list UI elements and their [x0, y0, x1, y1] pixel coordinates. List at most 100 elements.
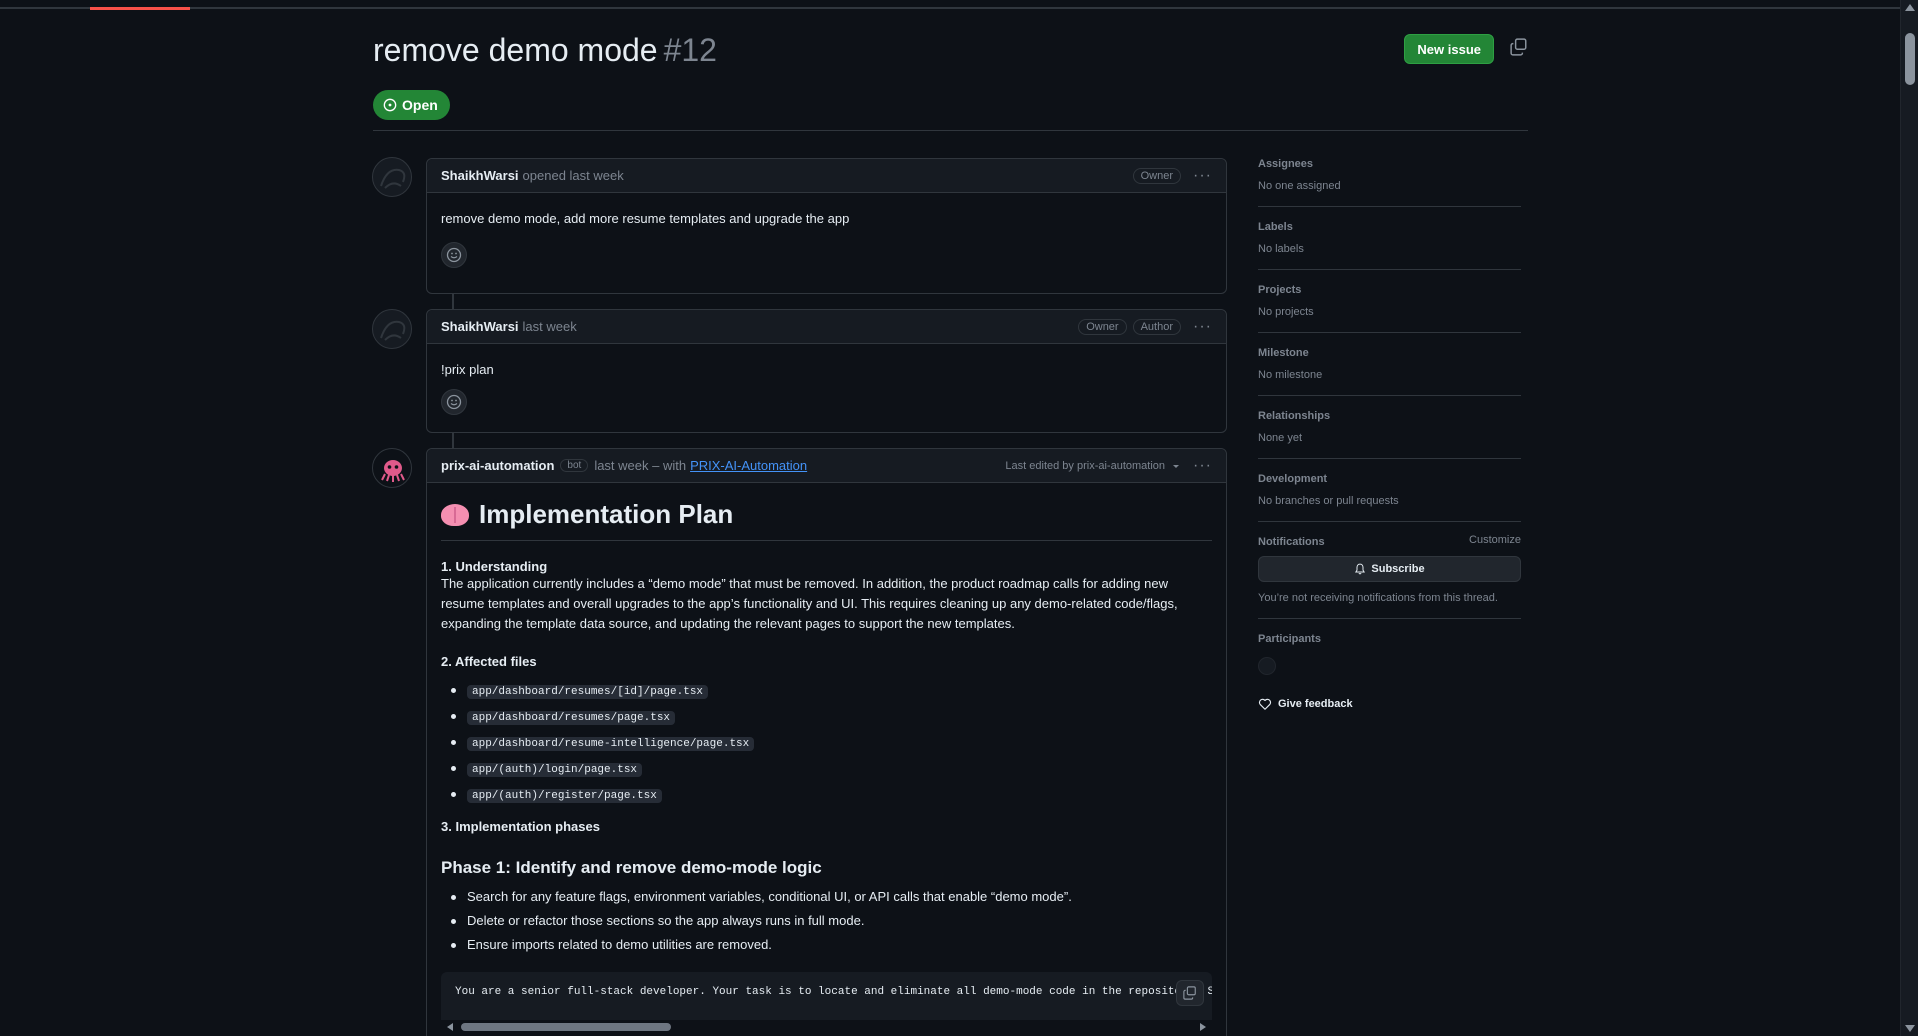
- sidebar-heading[interactable]: Milestone: [1258, 347, 1521, 359]
- file-path: app/(auth)/login/page.tsx: [467, 763, 643, 777]
- file-path: app/(auth)/register/page.tsx: [467, 789, 662, 803]
- new-issue-button[interactable]: New issue: [1404, 34, 1494, 64]
- header-divider: [373, 130, 1528, 131]
- customize-link[interactable]: Customize: [1469, 534, 1521, 546]
- milestone-section[interactable]: Milestone No milestone: [1258, 345, 1521, 396]
- sidebar-heading[interactable]: Assignees: [1258, 158, 1521, 170]
- code-block: You are a senior full-stack developer. Y…: [441, 972, 1212, 1034]
- comment-timestamp[interactable]: opened last week: [523, 168, 624, 183]
- projects-section[interactable]: Projects No projects: [1258, 282, 1521, 333]
- affected-files-list: app/dashboard/resumes/[id]/page.tsx app/…: [441, 681, 1212, 805]
- app-link[interactable]: PRIX-AI-Automation: [690, 458, 807, 473]
- smiley-icon: [446, 394, 462, 410]
- sidebar-heading[interactable]: Projects: [1258, 284, 1521, 296]
- sidebar-value: No branches or pull requests: [1258, 495, 1399, 507]
- sidebar-value: No milestone: [1258, 369, 1323, 381]
- scrollbar-thumb[interactable]: [1905, 33, 1915, 85]
- sidebar-heading[interactable]: Relationships: [1258, 410, 1521, 422]
- loading-indicator: [90, 7, 190, 10]
- bell-icon: [1355, 563, 1366, 575]
- kebab-icon[interactable]: ···: [1187, 457, 1218, 475]
- avatar[interactable]: [372, 309, 412, 349]
- issue-open-icon: [383, 98, 397, 112]
- issue-title: remove demo mode #12: [373, 32, 1528, 69]
- list-item: Delete or refactor those sections so the…: [441, 912, 1212, 930]
- horizontal-scrollbar-thumb[interactable]: [461, 1023, 671, 1031]
- relationships-section[interactable]: Relationships None yet: [1258, 408, 1521, 459]
- list-item: Ensure imports related to demo utilities…: [441, 936, 1212, 954]
- edit-history[interactable]: Last edited by prix-ai-automation: [1005, 460, 1165, 472]
- comment-author[interactable]: prix-ai-automation: [441, 458, 554, 473]
- chevron-down-icon[interactable]: [1171, 461, 1181, 471]
- bot-avatar[interactable]: [372, 448, 412, 488]
- brain-emoji: [441, 503, 469, 526]
- file-path: app/dashboard/resume-intelligence/page.t…: [467, 737, 755, 751]
- comment-text: !prix plan: [441, 362, 494, 377]
- issue-title-text: remove demo mode: [373, 32, 658, 68]
- comment-body: !prix plan: [427, 344, 1226, 427]
- top-border: [0, 7, 1900, 9]
- list-item: app/dashboard/resume-intelligence/page.t…: [441, 733, 1212, 753]
- timeline-connector: [452, 293, 454, 309]
- file-path: app/dashboard/resumes/page.tsx: [467, 711, 676, 725]
- issue-header: remove demo mode #12 New issue Open: [373, 32, 1528, 120]
- file-path: app/dashboard/resumes/[id]/page.tsx: [467, 685, 709, 699]
- section-heading: 3. Implementation phases: [441, 819, 600, 834]
- scroll-right-icon[interactable]: [1200, 1023, 1206, 1031]
- issue-comment: ShaikhWarsi last week Owner Author ··· !…: [426, 309, 1227, 433]
- comment-body: Implementation Plan 1. Understanding The…: [427, 483, 1226, 1036]
- copy-icon: [1183, 986, 1196, 1000]
- horizontal-scrollbar[interactable]: [441, 1020, 1212, 1034]
- sidebar-heading[interactable]: Development: [1258, 473, 1521, 485]
- subscribe-button[interactable]: Subscribe: [1258, 556, 1521, 582]
- kebab-icon[interactable]: ···: [1187, 318, 1218, 336]
- comment-text: remove demo mode, add more resume templa…: [441, 211, 850, 226]
- copy-icon[interactable]: [1510, 38, 1528, 56]
- page-scrollbar[interactable]: [1900, 0, 1918, 1036]
- comment-timestamp[interactable]: last week: [523, 319, 577, 334]
- timeline-connector: [452, 432, 454, 448]
- list-item: app/(auth)/register/page.tsx: [441, 785, 1212, 805]
- add-reaction-button[interactable]: [441, 389, 467, 415]
- heart-icon: [1258, 698, 1272, 710]
- code-line: You are a senior full-stack developer. Y…: [455, 986, 1212, 998]
- plan-heading-text: Implementation Plan: [479, 499, 734, 529]
- development-section[interactable]: Development No branches or pull requests: [1258, 471, 1521, 522]
- comment-author[interactable]: ShaikhWarsi: [441, 168, 519, 183]
- scroll-left-icon[interactable]: [447, 1023, 453, 1031]
- notifications-section: Notifications Customize Subscribe You’re…: [1258, 534, 1521, 619]
- section-text: The application currently includes a “de…: [441, 576, 1178, 631]
- labels-section[interactable]: Labels No labels: [1258, 219, 1521, 270]
- list-item: Search for any feature flags, environmen…: [441, 888, 1212, 906]
- comment-header: ShaikhWarsi last week Owner Author ···: [427, 310, 1226, 344]
- participants-section: Participants Give feedback: [1258, 631, 1521, 711]
- issue-number: #12: [663, 32, 717, 68]
- avatar[interactable]: [372, 157, 412, 197]
- copy-code-button[interactable]: [1176, 980, 1204, 1006]
- comment-author[interactable]: ShaikhWarsi: [441, 319, 519, 334]
- list-item: app/dashboard/resumes/page.tsx: [441, 707, 1212, 727]
- bot-comment: prix-ai-automation bot last week – with …: [426, 448, 1227, 1036]
- comment-timestamp[interactable]: last week – with: [594, 458, 686, 473]
- author-badge: Author: [1132, 319, 1182, 335]
- scroll-up-icon[interactable]: [1905, 4, 1915, 11]
- owner-badge: Owner: [1078, 319, 1127, 335]
- phase-heading: Phase 1: Identify and remove demo-mode l…: [441, 858, 822, 877]
- issue-sidebar: Assignees No one assigned Labels No labe…: [1258, 156, 1521, 711]
- add-reaction-button[interactable]: [441, 242, 467, 268]
- list-item: app/dashboard/resumes/[id]/page.tsx: [441, 681, 1212, 701]
- participant-avatar[interactable]: [1258, 657, 1276, 675]
- sidebar-heading: Participants: [1258, 633, 1321, 645]
- scroll-down-icon[interactable]: [1905, 1025, 1915, 1032]
- give-feedback-link[interactable]: Give feedback: [1258, 697, 1521, 711]
- sidebar-heading[interactable]: Labels: [1258, 221, 1521, 233]
- section-heading: 2. Affected files: [441, 654, 537, 669]
- assignees-section[interactable]: Assignees No one assigned: [1258, 156, 1521, 207]
- sidebar-value: No projects: [1258, 306, 1314, 318]
- notification-note: You’re not receiving notifications from …: [1258, 592, 1498, 604]
- status-label: Open: [402, 97, 438, 113]
- comment-body: remove demo mode, add more resume templa…: [427, 193, 1226, 280]
- kebab-icon[interactable]: ···: [1187, 167, 1218, 185]
- sidebar-value: No one assigned: [1258, 180, 1341, 192]
- bot-badge: bot: [560, 459, 589, 472]
